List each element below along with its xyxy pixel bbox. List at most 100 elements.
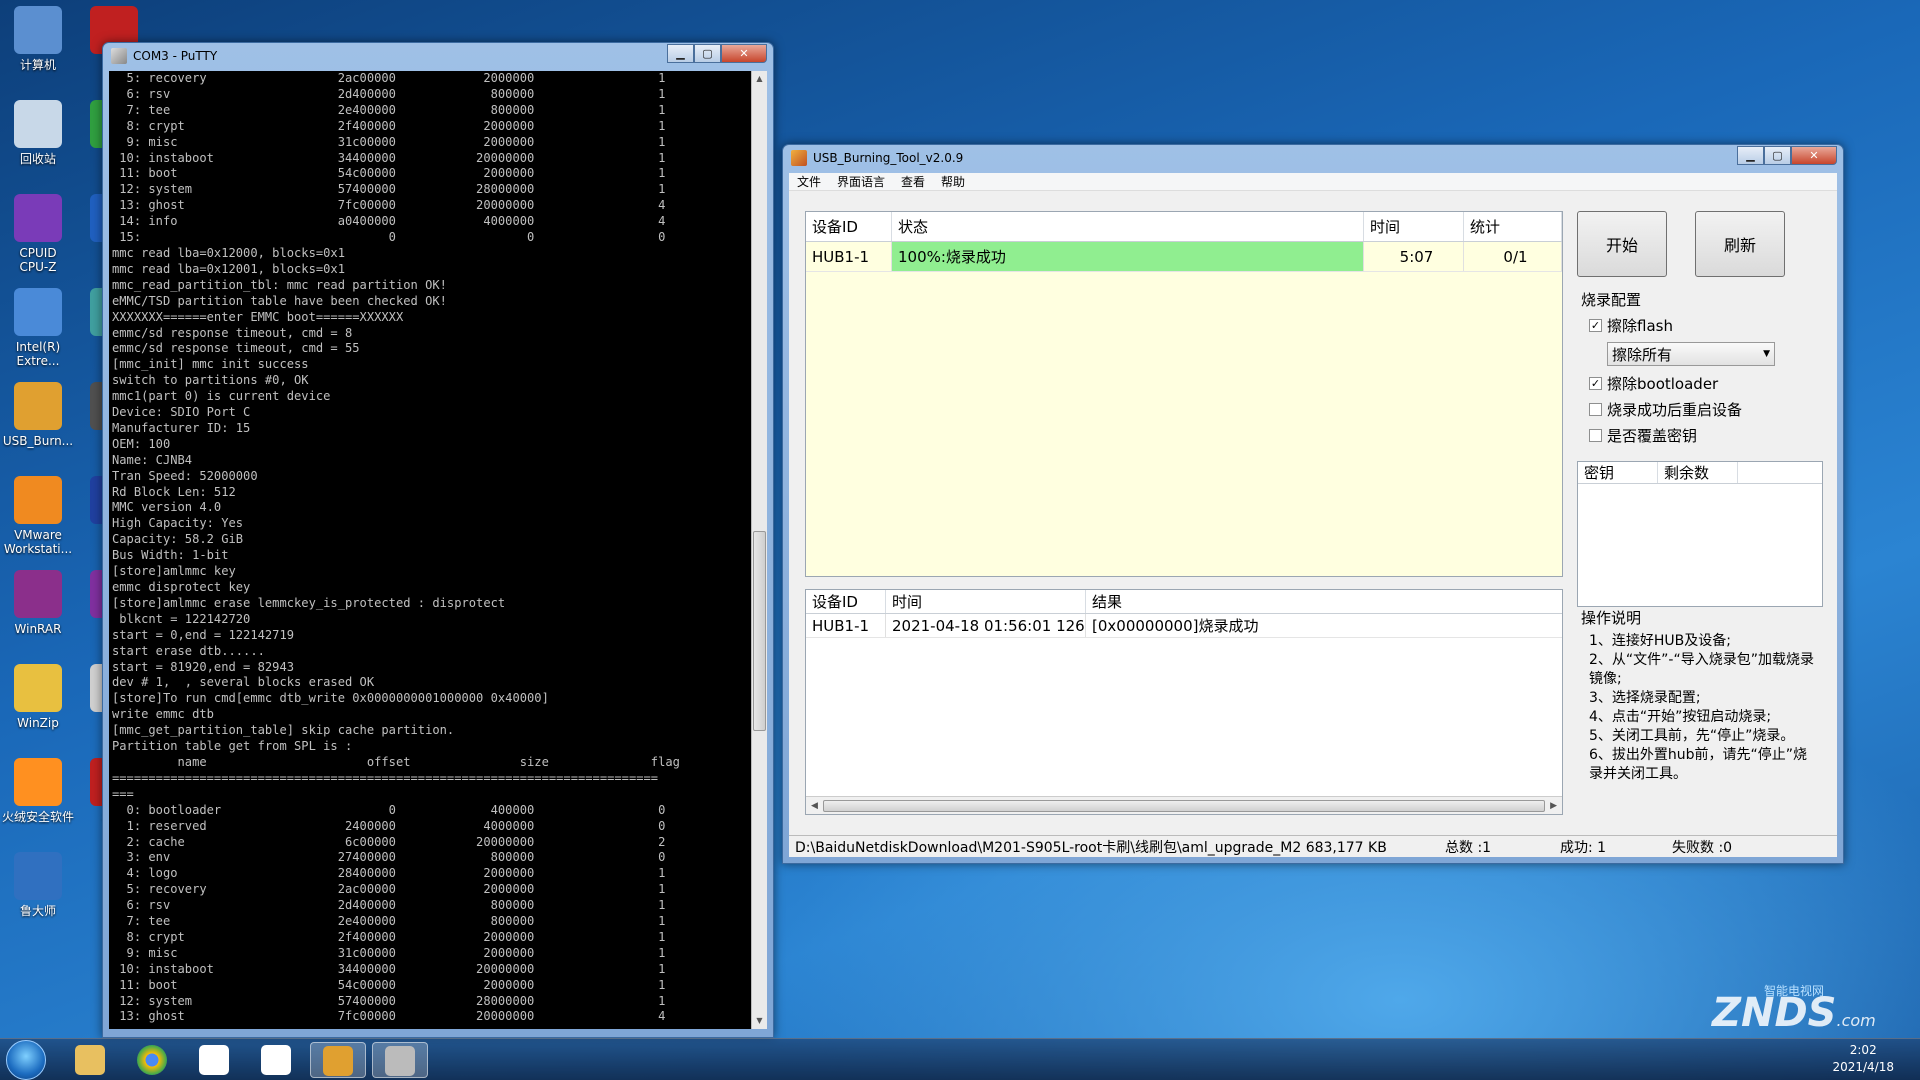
desktop-icon[interactable]: WinRAR <box>0 570 80 636</box>
desktop-icon[interactable]: WinZip <box>0 664 80 730</box>
desktop-icon-label: CPUID CPU-Z <box>19 246 57 274</box>
log-col-time[interactable]: 时间 <box>886 590 1086 613</box>
overwrite-key-checkbox[interactable]: 是否覆盖密钥 <box>1581 422 1815 448</box>
terminal-line: [mmc_get_partition_table] skip cache par… <box>112 723 455 738</box>
device-time: 5:07 <box>1364 242 1464 271</box>
desktop-app-icon <box>14 194 62 242</box>
putty-window[interactable]: COM3 - PuTTY ▁ ▢ ✕ 5: recovery 2ac00000 … <box>102 42 774 1038</box>
log-table-header: 设备ID 时间 结果 <box>806 590 1562 614</box>
desktop-icon[interactable]: 计算机 <box>0 6 80 72</box>
terminal-line: start = 81920,end = 82943 <box>112 659 295 674</box>
log-hscrollbar[interactable]: ◀ ▶ <box>806 796 1562 814</box>
menu-view[interactable]: 查看 <box>893 173 933 190</box>
start-button[interactable]: 开始 <box>1577 211 1667 277</box>
device-stat: 0/1 <box>1464 242 1562 271</box>
taskbar-baidu-icon[interactable] <box>186 1042 242 1078</box>
terminal-line: eMMC/TSD partition table have been check… <box>112 293 447 308</box>
close-button[interactable]: ✕ <box>721 44 767 63</box>
log-row[interactable]: HUB1-1 2021-04-18 01:56:01 126 [0x000000… <box>806 614 1562 638</box>
start-orb-icon[interactable] <box>6 1040 46 1080</box>
instruction-6: 6、拔出外置hub前，请先“停止”烧录并关闭工具。 <box>1589 747 1808 782</box>
terminal-line: 12: system 57400000 28000000 1 <box>112 182 666 197</box>
menu-help[interactable]: 帮助 <box>933 173 973 190</box>
scroll-left-icon[interactable]: ◀ <box>806 801 823 811</box>
minimize-button[interactable]: ▁ <box>1737 146 1764 165</box>
erase-bootloader-checkbox[interactable]: ✓ 擦除bootloader <box>1581 370 1815 396</box>
usb-titlebar[interactable]: USB_Burning_Tool_v2.0.9 <box>783 145 1843 171</box>
col-time[interactable]: 时间 <box>1364 212 1464 241</box>
log-table: 设备ID 时间 结果 HUB1-1 2021-04-18 01:56:01 12… <box>805 589 1563 815</box>
col-device-id[interactable]: 设备ID <box>806 212 892 241</box>
terminal-line: 7: tee 2e400000 800000 1 <box>112 102 666 117</box>
terminal-line: 14: info a0400000 4000000 4 <box>112 214 666 229</box>
erase-flash-checkbox[interactable]: ✓ 擦除flash <box>1581 312 1815 338</box>
taskbar-explorer-icon[interactable] <box>62 1042 118 1078</box>
desktop-icon[interactable]: USB_Burn... <box>0 382 80 448</box>
status-bar: D:\BaiduNetdiskDownload\M201-S905L-root卡… <box>789 835 1837 857</box>
usb-title: USB_Burning_Tool_v2.0.9 <box>813 151 964 165</box>
terminal-line: emmc/sd response timeout, cmd = 8 <box>112 325 353 340</box>
erase-mode-select[interactable]: 擦除所有 ▼ <box>1607 342 1775 366</box>
terminal-line: Partition table get from SPL is : <box>112 739 353 754</box>
desktop-app-icon <box>14 570 62 618</box>
col-key[interactable]: 密钥 <box>1578 462 1658 483</box>
scroll-right-icon[interactable]: ▶ <box>1545 801 1562 811</box>
terminal-line: 11: boot 54c00000 2000000 1 <box>112 166 666 181</box>
taskbar-chrome-icon[interactable] <box>124 1042 180 1078</box>
clock[interactable]: 2:02 2021/4/18 <box>1832 1042 1894 1076</box>
device-row[interactable]: HUB1-1 100%:烧录成功 5:07 0/1 <box>806 242 1562 272</box>
terminal-line: 10: instaboot 34400000 20000000 1 <box>112 961 666 976</box>
taskbar-putty-icon[interactable] <box>372 1042 428 1078</box>
scroll-down-icon[interactable]: ▼ <box>752 1013 767 1029</box>
hscroll-thumb[interactable] <box>822 799 1546 812</box>
scroll-up-icon[interactable]: ▲ <box>752 71 767 87</box>
taskbar: 2:02 2021/4/18 <box>0 1038 1920 1080</box>
terminal-output[interactable]: 5: recovery 2ac00000 2000000 1 6: rsv 2d… <box>109 71 751 1029</box>
taskbar-youku-icon[interactable] <box>248 1042 304 1078</box>
close-button[interactable]: ✕ <box>1791 146 1837 165</box>
log-time: 2021-04-18 01:56:01 126 <box>886 614 1086 637</box>
desktop-icon[interactable]: CPUID CPU-Z <box>0 194 80 274</box>
putty-app-icon <box>111 48 127 64</box>
usb-burning-tool-window[interactable]: USB_Burning_Tool_v2.0.9 ▁ ▢ ✕ 文件 界面语言 查看… <box>782 144 1844 864</box>
terminal-line: Bus Width: 1-bit <box>112 548 229 563</box>
desktop-icon-label: 火绒安全软件 <box>1 810 74 824</box>
taskbar-usb-burning-icon[interactable] <box>310 1042 366 1078</box>
desktop-icon[interactable]: VMware Workstati... <box>0 476 80 556</box>
refresh-button[interactable]: 刷新 <box>1695 211 1785 277</box>
terminal-line: 12: system 57400000 28000000 1 <box>112 993 666 1008</box>
scroll-thumb[interactable] <box>753 531 766 731</box>
status-total: 总数 :1 <box>1445 839 1492 856</box>
instruction-2: 2、从“文件”-“导入烧录包”加载烧录镜像; <box>1589 652 1814 687</box>
log-col-device-id[interactable]: 设备ID <box>806 590 886 613</box>
usb-client: 文件 界面语言 查看 帮助 设备ID 状态 时间 统计 HUB1-1 100%:… <box>789 173 1837 857</box>
terminal-line: 4: logo 28400000 2000000 1 <box>112 866 666 881</box>
menu-language[interactable]: 界面语言 <box>829 173 893 190</box>
terminal-line: 9: misc 31c00000 2000000 1 <box>112 134 666 149</box>
maximize-button[interactable]: ▢ <box>1764 146 1791 165</box>
terminal-line: OEM: 100 <box>112 436 171 451</box>
burn-config-group: 烧录配置 ✓ 擦除flash 擦除所有 ▼ ✓ 擦除bootloader 烧录成功后重… <box>1581 289 1815 448</box>
desktop-icon[interactable]: 鲁大师 <box>0 852 80 918</box>
col-stat[interactable]: 统计 <box>1464 212 1562 241</box>
col-status[interactable]: 状态 <box>892 212 1364 241</box>
minimize-button[interactable]: ▁ <box>667 44 694 63</box>
chevron-down-icon: ▼ <box>1763 349 1770 359</box>
desktop-icon[interactable]: Intel(R) Extre... <box>0 288 80 368</box>
terminal-line: 5: recovery 2ac00000 2000000 1 <box>112 71 666 85</box>
col-remaining[interactable]: 剩余数 <box>1658 462 1738 483</box>
device-table: 设备ID 状态 时间 统计 HUB1-1 100%:烧录成功 5:07 0/1 <box>805 211 1563 577</box>
menu-file[interactable]: 文件 <box>789 173 829 190</box>
log-col-result[interactable]: 结果 <box>1086 590 1562 613</box>
maximize-button[interactable]: ▢ <box>694 44 721 63</box>
clock-time: 2:02 <box>1849 1043 1877 1057</box>
desktop-icon[interactable]: 火绒安全软件 <box>0 758 80 824</box>
tray-icons[interactable] <box>1580 1051 1820 1069</box>
log-result: [0x00000000]烧录成功 <box>1092 617 1259 635</box>
desktop-icon[interactable]: 回收站 <box>0 100 80 166</box>
terminal-scrollbar[interactable]: ▲ ▼ <box>751 71 767 1029</box>
terminal-line: === <box>112 786 134 801</box>
device-table-header: 设备ID 状态 时间 统计 <box>806 212 1562 242</box>
key-table: 密钥 剩余数 <box>1577 461 1823 607</box>
reboot-checkbox[interactable]: 烧录成功后重启设备 <box>1581 396 1815 422</box>
